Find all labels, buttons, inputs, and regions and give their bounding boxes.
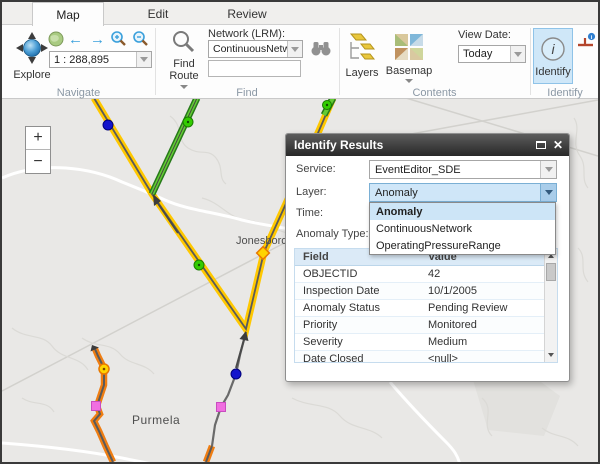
scale-combobox[interactable]: 1 : 288,895 <box>49 51 152 68</box>
tab-map[interactable]: Map <box>32 2 104 26</box>
find-route-label-line2: Route <box>169 70 198 82</box>
map-zoom-in-button[interactable]: + <box>26 127 50 150</box>
network-lrm-label: Network (LRM): <box>208 28 285 40</box>
group-separator <box>339 28 340 95</box>
place-label-jonesboro: Jonesboro <box>236 235 287 247</box>
close-icon[interactable]: ✕ <box>553 139 563 151</box>
scale-dropdown-arrow[interactable] <box>136 52 151 67</box>
dialog-title: Identify Results <box>294 138 383 152</box>
maximize-icon[interactable] <box>536 141 546 149</box>
marker-green-dot[interactable] <box>323 101 332 110</box>
service-label: Service: <box>296 163 336 175</box>
layers-button[interactable]: Layers <box>343 32 381 79</box>
service-value: EventEditor_SDE <box>375 164 461 176</box>
layer-dropdown-arrow[interactable] <box>540 184 556 201</box>
basemap-button[interactable]: Basemap <box>387 32 431 83</box>
explore-label: Explore <box>13 69 50 81</box>
find-group-label: Find <box>155 87 339 99</box>
find-route-label-line1: Find <box>173 58 194 70</box>
tab-edit[interactable]: Edit <box>122 2 194 25</box>
view-date-combobox[interactable]: Today <box>458 45 526 63</box>
layers-icon <box>345 32 379 67</box>
marker-pink-square[interactable] <box>92 402 101 411</box>
navigate-group-label: Navigate <box>2 87 155 99</box>
contents-group-label: Contents <box>339 87 530 99</box>
marker-pink-square[interactable] <box>217 403 226 412</box>
marker-blue-dot[interactable] <box>103 120 113 130</box>
scroll-down-icon[interactable] <box>545 349 557 360</box>
scroll-thumb[interactable] <box>546 263 556 281</box>
ribbon: Explore ← → 1 : 288,895 <box>2 25 598 99</box>
scale-value: 1 : 288,895 <box>54 54 109 66</box>
find-route-magnifier-icon <box>171 29 197 58</box>
tab-map-label: Map <box>56 8 79 22</box>
group-separator <box>530 28 531 95</box>
table-row[interactable]: Severity Medium <box>295 334 557 351</box>
time-label: Time: <box>296 207 323 219</box>
marker-yellow-circle[interactable] <box>99 364 109 374</box>
tab-review[interactable]: Review <box>211 2 283 25</box>
network-dropdown-arrow[interactable] <box>287 41 302 57</box>
service-dropdown-arrow[interactable] <box>540 161 556 178</box>
anomaly-type-label: Anomaly Type: <box>296 228 369 240</box>
group-separator <box>155 28 156 95</box>
dialog-title-bar[interactable]: Identify Results ✕ <box>286 134 569 156</box>
app-window: Map Edit Review Explore <box>0 0 600 464</box>
explore-pan-icon <box>14 30 50 69</box>
layer-dropdown-list: Anomaly ContinuousNetwork OperatingPress… <box>369 202 556 255</box>
search-binoculars-icon[interactable] <box>310 39 332 57</box>
back-extent-icon[interactable]: ← <box>68 33 83 47</box>
basemap-icon <box>393 32 425 65</box>
marker-green-dot[interactable] <box>194 260 204 270</box>
dropdown-option-continuousnetwork[interactable]: ContinuousNetwork <box>370 220 555 237</box>
view-date-dropdown-arrow[interactable] <box>510 46 525 62</box>
basemap-dropdown-caret[interactable] <box>405 79 413 83</box>
place-label-purmela: Purmela <box>132 413 180 427</box>
table-row[interactable]: Priority Monitored <box>295 317 557 334</box>
tab-review-label: Review <box>227 7 266 21</box>
dropdown-option-operatingpressurerange[interactable]: OperatingPressureRange <box>370 237 555 254</box>
forward-extent-icon[interactable]: → <box>90 33 105 47</box>
table-scrollbar[interactable] <box>544 249 557 362</box>
identify-results-dialog: Identify Results ✕ Service: EventEditor_… <box>285 133 570 382</box>
table-row[interactable]: Date Closed <null> <box>295 351 557 363</box>
find-route-button[interactable]: Find Route <box>162 29 206 89</box>
layer-label: Layer: <box>296 186 327 198</box>
network-combobox[interactable]: ContinuousNetwork <box>208 40 303 58</box>
direction-arrows <box>91 194 249 368</box>
zoom-in-tool-icon[interactable] <box>110 30 128 48</box>
table-row[interactable]: Anomaly Status Pending Review <box>295 300 557 317</box>
identify-info-icon: i <box>539 35 567 66</box>
marker-blue-dot[interactable] <box>231 369 241 379</box>
map-zoom-out-button[interactable]: − <box>26 150 50 173</box>
layers-label: Layers <box>345 67 378 79</box>
tab-edit-label: Edit <box>148 7 169 21</box>
identify-button[interactable]: i Identify <box>533 28 573 84</box>
dropdown-option-anomaly[interactable]: Anomaly <box>370 203 555 220</box>
layer-value: Anomaly <box>375 187 418 199</box>
ribbon-tab-bar: Map Edit Review <box>2 2 598 25</box>
full-extent-globe-icon[interactable] <box>48 31 64 47</box>
identify-label: Identify <box>535 66 570 78</box>
zoom-out-tool-icon[interactable] <box>132 30 150 48</box>
identify-group-label: Identify <box>530 87 600 99</box>
route-search-input[interactable] <box>208 60 301 77</box>
layer-combobox[interactable]: Anomaly <box>369 183 557 202</box>
view-date-value: Today <box>463 48 492 60</box>
identify-route-location-icon[interactable]: i <box>576 32 597 51</box>
map-zoom-control: + − <box>25 126 51 174</box>
attribute-table: Field Value OBJECTID 42 Inspection Date … <box>294 248 558 363</box>
table-row[interactable]: Inspection Date 10/1/2005 <box>295 283 557 300</box>
view-date-label: View Date: <box>458 29 511 41</box>
service-combobox[interactable]: EventEditor_SDE <box>369 160 557 179</box>
table-row[interactable]: OBJECTID 42 <box>295 266 557 283</box>
marker-green-dot[interactable] <box>183 117 193 127</box>
basemap-label: Basemap <box>386 65 432 77</box>
